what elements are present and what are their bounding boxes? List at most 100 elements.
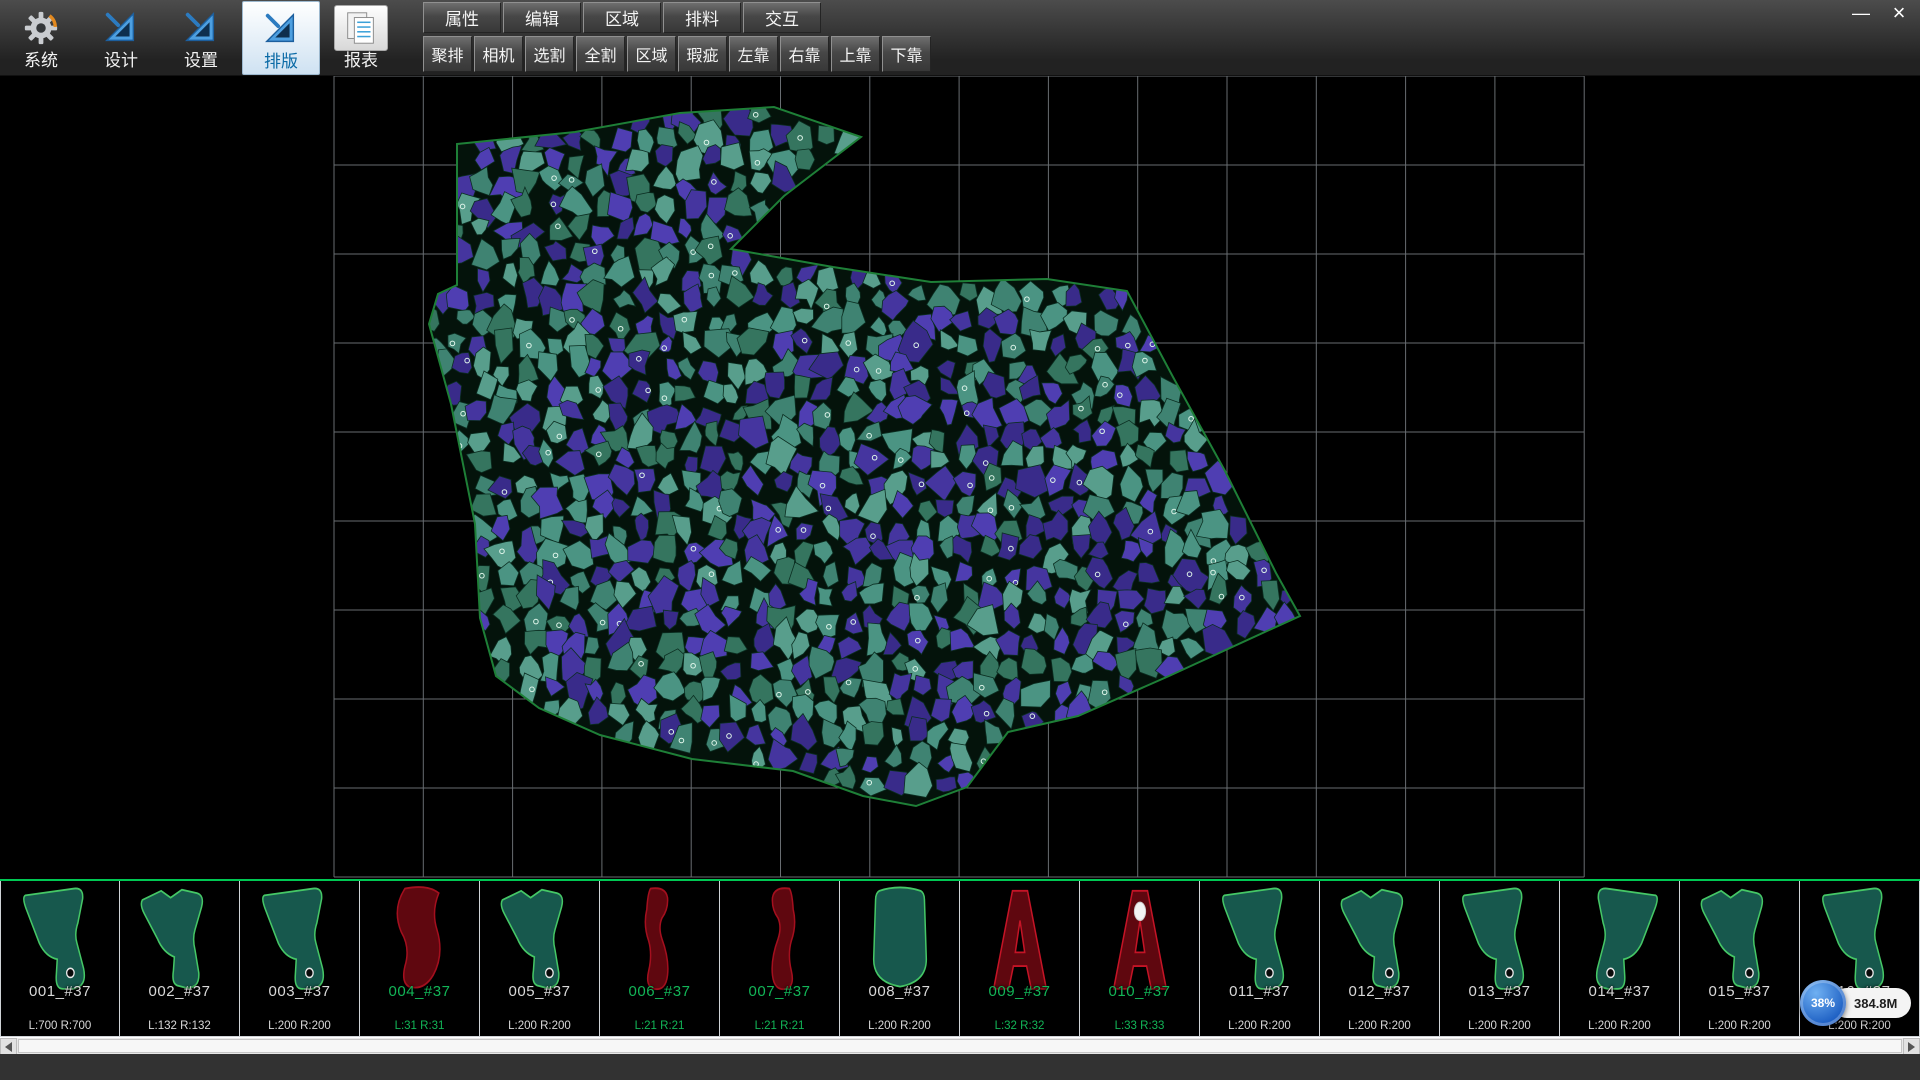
menu-tab-1[interactable]: 属性 [423,2,501,33]
piece-thumbnail-strip: 001_#37L:700 R:700002_#37L:132 R:132003_… [0,879,1920,1037]
piece-thumbnail-15[interactable]: 015_#37 L:200 R:200 [1680,881,1800,1037]
close-button[interactable]: × [1886,2,1912,24]
piece-lr-label: L:200 R:200 [1680,1020,1799,1032]
piece-shape [853,884,947,998]
tool-button-1[interactable]: 聚排 [423,36,472,72]
minimize-button[interactable]: — [1848,2,1874,24]
piece-thumbnail-12[interactable]: 012_#37L:200 R:200 [1320,881,1440,1037]
piece-shape [973,884,1067,998]
menu-area: 属性编辑区域排料交互 聚排相机选割全割区域瑕疵左靠右靠上靠下靠 [423,2,931,72]
piece-thumbnail-14[interactable]: 014_#37L:200 R:200 [1560,881,1680,1037]
piece-id-label: 015_#37 [1680,983,1799,1000]
tool-button-9[interactable]: 上靠 [831,36,880,72]
piece-id-label: 006_#37 [600,983,719,1000]
menu-tab-4[interactable]: 排料 [663,2,741,33]
horizontal-scrollbar[interactable] [0,1037,1920,1054]
tool-button-7[interactable]: 左靠 [729,36,778,72]
gear-icon [22,9,60,47]
piece-shape [493,884,587,998]
piece-lr-label: L:132 R:132 [120,1020,239,1032]
icon-plate [94,5,148,51]
icon-plate [334,5,388,51]
tool-button-row: 聚排相机选割全割区域瑕疵左靠右靠上靠下靠 [423,36,931,72]
memory-status: 38% 384.8M [1800,980,1911,1026]
piece-thumbnail-10[interactable]: 010_#37L:33 R:33 [1080,881,1200,1037]
main-button-label: 报表 [344,52,378,70]
progress-percent: 38% [1811,996,1835,1010]
piece-shape [1333,884,1427,998]
piece-lr-label: L:200 R:200 [840,1020,959,1032]
piece-id-label: 011_#37 [1200,983,1319,1000]
piece-shape [253,884,347,998]
piece-id-label: 008_#37 [840,983,959,1000]
top-toolbar: 系统设计设置排版报表 属性编辑区域排料交互 聚排相机选割全割区域瑕疵左靠右靠上靠… [0,0,1920,76]
piece-thumbnail-8[interactable]: 008_#37 L:200 R:200 [840,881,960,1037]
main-button-1[interactable]: 系统 [2,1,80,75]
main-button-label: 排版 [264,53,298,71]
piece-id-label: 007_#37 [720,983,839,1000]
progress-circle: 38% [1800,980,1846,1026]
piece-lr-label: L:21 R:21 [720,1020,839,1032]
piece-lr-label: L:200 R:200 [480,1020,599,1032]
menu-tab-5[interactable]: 交互 [743,2,821,33]
piece-thumbnail-2[interactable]: 002_#37 L:132 R:132 [120,881,240,1037]
piece-shape [373,884,467,998]
piece-thumbnail-9[interactable]: 009_#37 L:32 R:32 [960,881,1080,1037]
icon-plate [14,5,68,51]
tool-button-3[interactable]: 选割 [525,36,574,72]
piece-id-label: 003_#37 [240,983,359,1000]
layout-icon [262,10,300,48]
piece-thumbnail-6[interactable]: 006_#37 L:21 R:21 [600,881,720,1037]
menu-tab-row: 属性编辑区域排料交互 [423,2,931,33]
piece-shape [1693,884,1787,998]
piece-thumbnail-7[interactable]: 007_#37 L:21 R:21 [720,881,840,1037]
scrollbar-thumb[interactable] [18,1039,1902,1053]
main-button-5[interactable]: 报表 [322,1,400,75]
piece-shape [133,884,227,998]
main-buttons: 系统设计 设置 排版 报表 [2,1,400,75]
design-icon [102,9,140,47]
piece-thumbnail-11[interactable]: 011_#37L:200 R:200 [1200,881,1320,1037]
piece-shape [1453,884,1547,998]
piece-shape [613,884,707,998]
nesting-canvas[interactable] [0,76,1920,879]
piece-id-label: 002_#37 [120,983,239,1000]
main-button-label: 设计 [104,52,138,70]
menu-tab-2[interactable]: 编辑 [503,2,581,33]
piece-lr-label: L:200 R:200 [240,1020,359,1032]
nesting-canvas-area[interactable] [0,76,1920,879]
bottom-filler [0,1054,1920,1080]
scroll-right-button[interactable] [1903,1038,1920,1055]
main-button-4[interactable]: 排版 [242,1,320,75]
icon-plate [254,6,308,52]
piece-id-label: 014_#37 [1560,983,1679,1000]
piece-id-label: 013_#37 [1440,983,1559,1000]
piece-thumbnail-5[interactable]: 005_#37 L:200 R:200 [480,881,600,1037]
main-button-3[interactable]: 设置 [162,1,240,75]
tool-button-6[interactable]: 瑕疵 [678,36,727,72]
tool-button-8[interactable]: 右靠 [780,36,829,72]
piece-thumbnail-4[interactable]: 004_#37L:31 R:31 [360,881,480,1037]
piece-lr-label: L:700 R:700 [1,1020,119,1032]
tool-button-5[interactable]: 区域 [627,36,676,72]
piece-id-label: 005_#37 [480,983,599,1000]
window-controls: — × [1848,2,1912,24]
scroll-left-button[interactable] [0,1038,17,1055]
tool-button-2[interactable]: 相机 [474,36,523,72]
piece-id-label: 004_#37 [360,983,479,1000]
piece-id-label: 009_#37 [960,983,1079,1000]
icon-plate [174,5,228,51]
piece-lr-label: L:200 R:200 [1440,1020,1559,1032]
piece-shape [733,884,827,998]
main-button-2[interactable]: 设计 [82,1,160,75]
piece-thumbnail-13[interactable]: 013_#37 L:200 R:200 [1440,881,1560,1037]
piece-thumbnail-3[interactable]: 003_#37 L:200 R:200 [240,881,360,1037]
piece-shape [1213,884,1307,998]
piece-lr-label: L:21 R:21 [600,1020,719,1032]
tool-button-10[interactable]: 下靠 [882,36,931,72]
tool-button-4[interactable]: 全割 [576,36,625,72]
piece-thumbnail-1[interactable]: 001_#37L:700 R:700 [0,881,120,1037]
menu-tab-3[interactable]: 区域 [583,2,661,33]
piece-lr-label: L:32 R:32 [960,1020,1079,1032]
main-button-label: 设置 [184,52,218,70]
